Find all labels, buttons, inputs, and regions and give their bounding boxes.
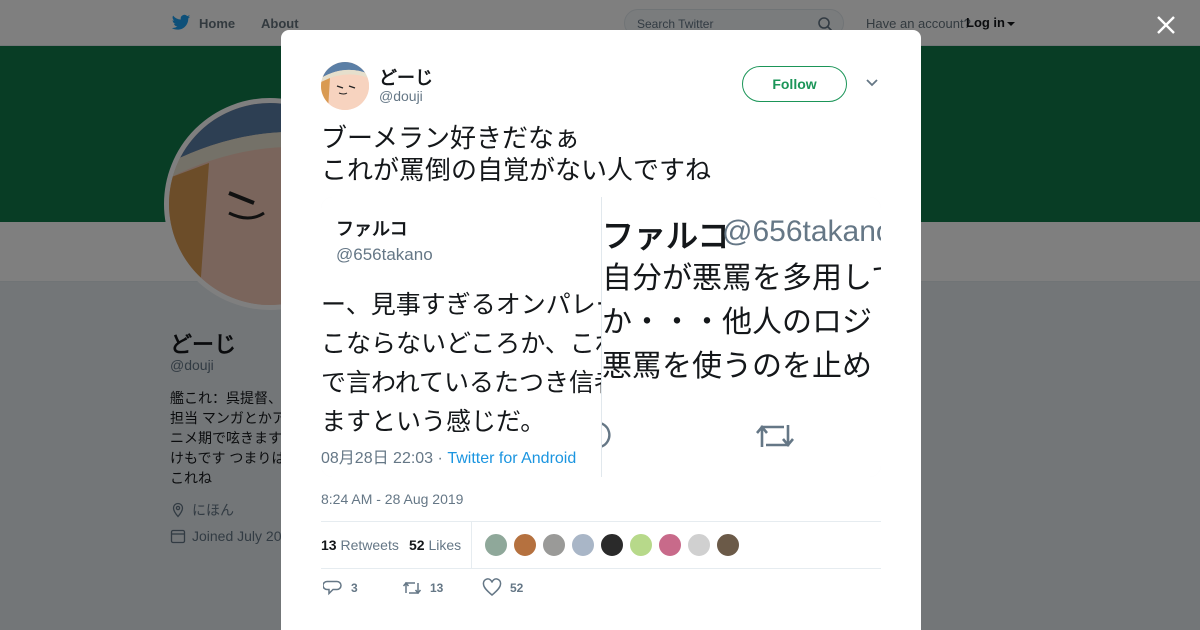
liker-avatars	[484, 533, 745, 557]
quoted-text-line: こならないどころか、これ	[321, 330, 601, 358]
tweet-media[interactable]: ファルコ @656takano ー、見事すぎるオンパレー こならないどころか、こ…	[321, 197, 881, 477]
quoted-meta: 08月28日 22:03 · Twitter for Android	[321, 444, 576, 468]
follow-button[interactable]: Follow	[742, 66, 847, 102]
likes-stat[interactable]: 52 Likes	[409, 537, 461, 553]
tweet-actions: 3 13 52	[321, 578, 881, 602]
quoted-text-line-zoomed: 悪罵を使うのを止め	[602, 350, 872, 383]
tweet-text: ブーメラン好きだなぁ これが罵倒の自覚がない人ですね	[321, 122, 881, 186]
author-avatar[interactable]	[321, 62, 369, 110]
media-image-right[interactable]: ファルコ @656takano 自分が悪罵を多用して か・・・他人のロジ 悪罵を…	[601, 197, 881, 477]
quoted-text-line-zoomed: か・・・他人のロジ	[602, 306, 872, 339]
tweet-text-line: これが罵倒の自覚がない人ですね	[321, 155, 712, 185]
quoted-author-name-zoomed: ファルコ	[602, 218, 730, 254]
quoted-author-name: ファルコ	[336, 219, 408, 239]
quoted-author-handle-zoomed: @656takano	[722, 215, 881, 248]
liker-avatar[interactable]	[629, 533, 653, 557]
quoted-date: 08月28日 22:03 ·	[321, 450, 448, 467]
tweet-stats: 13 Retweets 52 Likes	[321, 521, 881, 569]
tweet-timestamp[interactable]: 8:24 AM - 28 Aug 2019	[321, 491, 463, 507]
quoted-text-line: ー、見事すぎるオンパレー	[321, 291, 601, 319]
liker-avatar[interactable]	[716, 533, 740, 557]
liker-avatar[interactable]	[600, 533, 624, 557]
liker-avatar[interactable]	[542, 533, 566, 557]
reply-count: 3	[351, 581, 358, 595]
quoted-text-line: で言われているたつき信者	[321, 369, 601, 397]
retweet-button[interactable]: 13	[402, 578, 443, 598]
retweets-stat[interactable]: 13 Retweets	[321, 537, 399, 553]
liker-avatar[interactable]	[513, 533, 537, 557]
close-icon[interactable]	[1154, 13, 1178, 37]
likes-count: 52	[409, 537, 425, 553]
retweets-label: Retweets	[340, 537, 399, 553]
follow-label: Follow	[772, 76, 817, 92]
tweet-text-line: ブーメラン好きだなぁ	[321, 123, 580, 153]
retweet-count: 13	[430, 581, 444, 595]
stats-divider	[471, 522, 472, 568]
author-name[interactable]: どーじ	[379, 64, 433, 90]
quoted-author-handle: @656takano	[336, 245, 433, 264]
quoted-via: Twitter for Android	[447, 450, 577, 467]
retweet-icon	[756, 424, 794, 448]
quoted-text-line-zoomed: 自分が悪罵を多用して	[602, 262, 881, 295]
like-button[interactable]: 52	[482, 578, 523, 598]
liker-avatar[interactable]	[571, 533, 595, 557]
media-image-left[interactable]: ファルコ @656takano ー、見事すぎるオンパレー こならないどころか、こ…	[321, 197, 601, 477]
retweets-count: 13	[321, 537, 337, 553]
retweet-icon	[402, 581, 422, 595]
like-count: 52	[510, 581, 524, 595]
reply-icon	[323, 580, 342, 596]
liker-avatar[interactable]	[484, 533, 508, 557]
reply-icon	[602, 422, 611, 448]
quoted-text-line: ますという感じだ。	[321, 408, 546, 436]
heart-icon	[482, 578, 502, 596]
author-avatar-image	[321, 62, 369, 110]
author-handle[interactable]: @douji	[379, 88, 423, 104]
likes-label: Likes	[428, 537, 462, 553]
tweet-modal: どーじ @douji Follow ブーメラン好きだなぁ これが罵倒の自覚がない…	[281, 30, 921, 630]
reply-button[interactable]: 3	[323, 578, 358, 598]
chevron-down-icon[interactable]	[865, 78, 879, 88]
liker-avatar[interactable]	[687, 533, 711, 557]
liker-avatar[interactable]	[658, 533, 682, 557]
